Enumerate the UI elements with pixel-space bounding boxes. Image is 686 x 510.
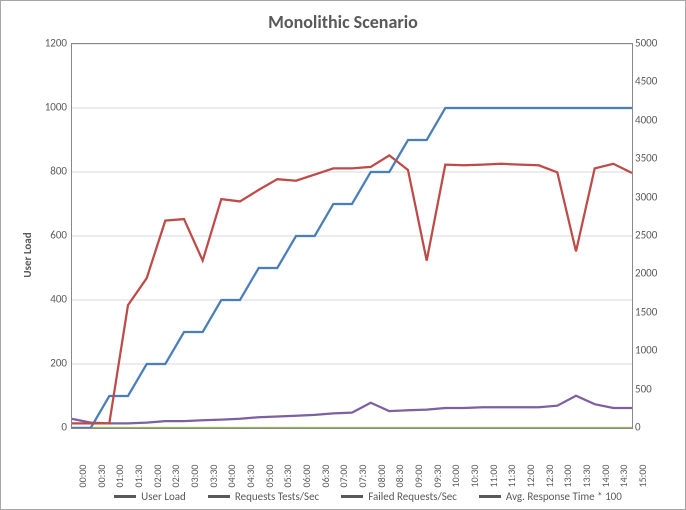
x-tick-label: 10:00 xyxy=(449,465,462,488)
series-user-load xyxy=(72,108,632,428)
y-right-tick-label: 4500 xyxy=(635,75,667,88)
plot-svg xyxy=(72,44,632,428)
x-tick-label: 14:30 xyxy=(617,465,630,488)
x-tick-label: 10:30 xyxy=(468,465,481,488)
x-tick-label: 04:00 xyxy=(225,465,238,488)
legend-label: Requests Tests/Sec xyxy=(235,490,319,503)
x-tick-label: 00:30 xyxy=(95,465,108,488)
legend-label: User Load xyxy=(141,490,186,503)
y-right-tick-label: 3000 xyxy=(635,190,667,203)
legend-item-failed: Failed Requests/Sec xyxy=(341,490,457,503)
y-left-tick-label: 600 xyxy=(39,229,67,242)
y-right-tick-label: 1000 xyxy=(635,344,667,357)
x-tick-label: 12:30 xyxy=(543,465,556,488)
x-tick-label: 07:00 xyxy=(337,465,350,488)
y-right-tick-label: 2500 xyxy=(635,229,667,242)
y-right-tick-label: 2000 xyxy=(635,267,667,280)
y-left-tick-label: 1000 xyxy=(39,101,67,114)
x-tick-label: 01:00 xyxy=(113,465,126,488)
legend-label: Failed Requests/Sec xyxy=(368,490,457,503)
x-tick-label: 08:00 xyxy=(375,465,388,488)
series-requests-tests xyxy=(72,155,632,423)
y-right-tick-label: 4000 xyxy=(635,113,667,126)
x-tick-label: 09:00 xyxy=(412,465,425,488)
x-tick-label: 06:00 xyxy=(300,465,313,488)
x-tick-label: 03:30 xyxy=(207,465,220,488)
y-left-tick-label: 800 xyxy=(39,165,67,178)
y-left-axis-label: User Load xyxy=(21,232,34,277)
x-tick-label: 11:00 xyxy=(487,465,500,488)
x-tick-label: 05:30 xyxy=(281,465,294,488)
chart-title: Monolithic Scenario xyxy=(1,11,685,33)
y-right-tick-label: 500 xyxy=(635,382,667,395)
series-avg-response-time xyxy=(72,396,632,424)
legend-swatch-icon xyxy=(208,495,230,498)
legend-item-requests: Requests Tests/Sec xyxy=(208,490,319,503)
x-tick-label: 12:00 xyxy=(524,465,537,488)
x-ticks: 00:0000:3001:0001:3002:0002:3003:0003:30… xyxy=(71,431,631,471)
chart-frame: Monolithic Scenario User Load Throughput… xyxy=(0,0,686,510)
legend-swatch-icon xyxy=(341,495,363,498)
x-tick-label: 06:30 xyxy=(319,465,332,488)
y-right-tick-label: 1500 xyxy=(635,305,667,318)
y-right-ticks: 0500100015002000250030003500400045005000 xyxy=(635,43,667,427)
x-tick-label: 03:00 xyxy=(188,465,201,488)
x-tick-label: 07:30 xyxy=(356,465,369,488)
legend-swatch-icon xyxy=(114,495,136,498)
plot-area xyxy=(71,43,633,429)
y-left-tick-label: 200 xyxy=(39,357,67,370)
y-left-ticks: 020040060080010001200 xyxy=(39,43,67,427)
y-left-tick-label: 1200 xyxy=(39,37,67,50)
legend: User Load Requests Tests/Sec Failed Requ… xyxy=(71,490,665,503)
x-tick-label: 09:30 xyxy=(431,465,444,488)
x-tick-label: 13:30 xyxy=(580,465,593,488)
x-tick-label: 05:00 xyxy=(263,465,276,488)
x-tick-label: 13:00 xyxy=(561,465,574,488)
x-tick-label: 15:00 xyxy=(636,465,649,488)
y-left-tick-label: 0 xyxy=(39,421,67,434)
x-tick-label: 02:30 xyxy=(169,465,182,488)
x-tick-label: 02:00 xyxy=(151,465,164,488)
x-tick-label: 14:00 xyxy=(599,465,612,488)
y-right-tick-label: 0 xyxy=(635,421,667,434)
y-right-tick-label: 3500 xyxy=(635,152,667,165)
x-tick-label: 11:30 xyxy=(505,465,518,488)
legend-swatch-icon xyxy=(479,495,501,498)
x-tick-label: 08:30 xyxy=(393,465,406,488)
legend-label: Avg. Response Time * 100 xyxy=(506,490,622,503)
x-tick-label: 00:00 xyxy=(76,465,89,488)
x-tick-label: 01:30 xyxy=(132,465,145,488)
legend-item-user-load: User Load xyxy=(114,490,186,503)
gridlines xyxy=(72,44,632,428)
y-left-tick-label: 400 xyxy=(39,293,67,306)
legend-item-response-time: Avg. Response Time * 100 xyxy=(479,490,622,503)
x-tick-label: 04:30 xyxy=(244,465,257,488)
y-right-tick-label: 5000 xyxy=(635,37,667,50)
